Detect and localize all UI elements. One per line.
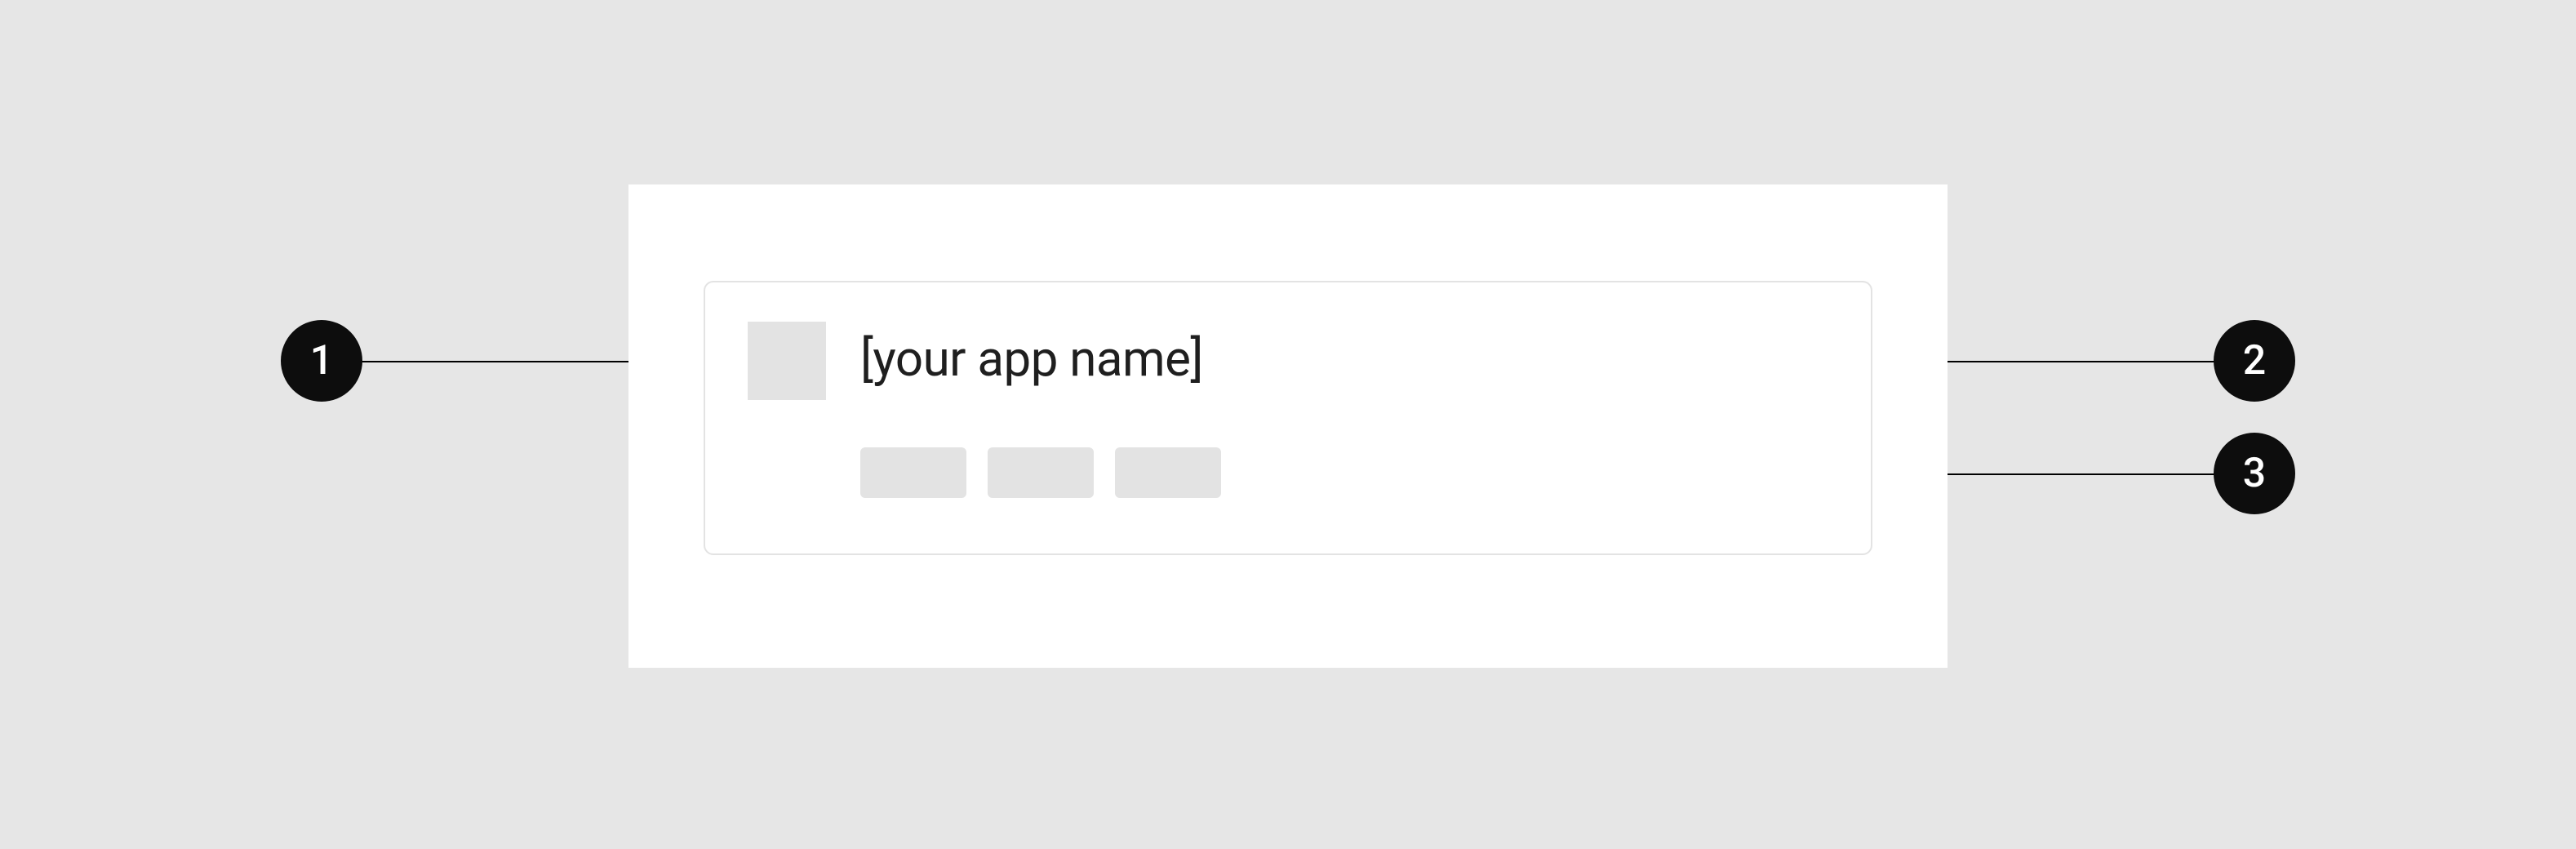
meta-pill-placeholder [1115, 447, 1221, 498]
diagram-stage: [your app name] 1 2 3 [0, 0, 2576, 849]
callout-badge-3: 3 [2214, 433, 2295, 514]
callout-badge-1: 1 [281, 320, 362, 402]
callout-number: 2 [2243, 337, 2266, 384]
app-card-panel [704, 281, 1872, 555]
callout-badge-2: 2 [2214, 320, 2295, 402]
callout-number: 3 [2243, 450, 2266, 497]
callout-number: 1 [310, 337, 333, 384]
app-name-label: [your app name] [860, 335, 1203, 384]
meta-pill-placeholder [988, 447, 1094, 498]
app-icon-placeholder [748, 322, 826, 400]
meta-pill-placeholder [860, 447, 966, 498]
